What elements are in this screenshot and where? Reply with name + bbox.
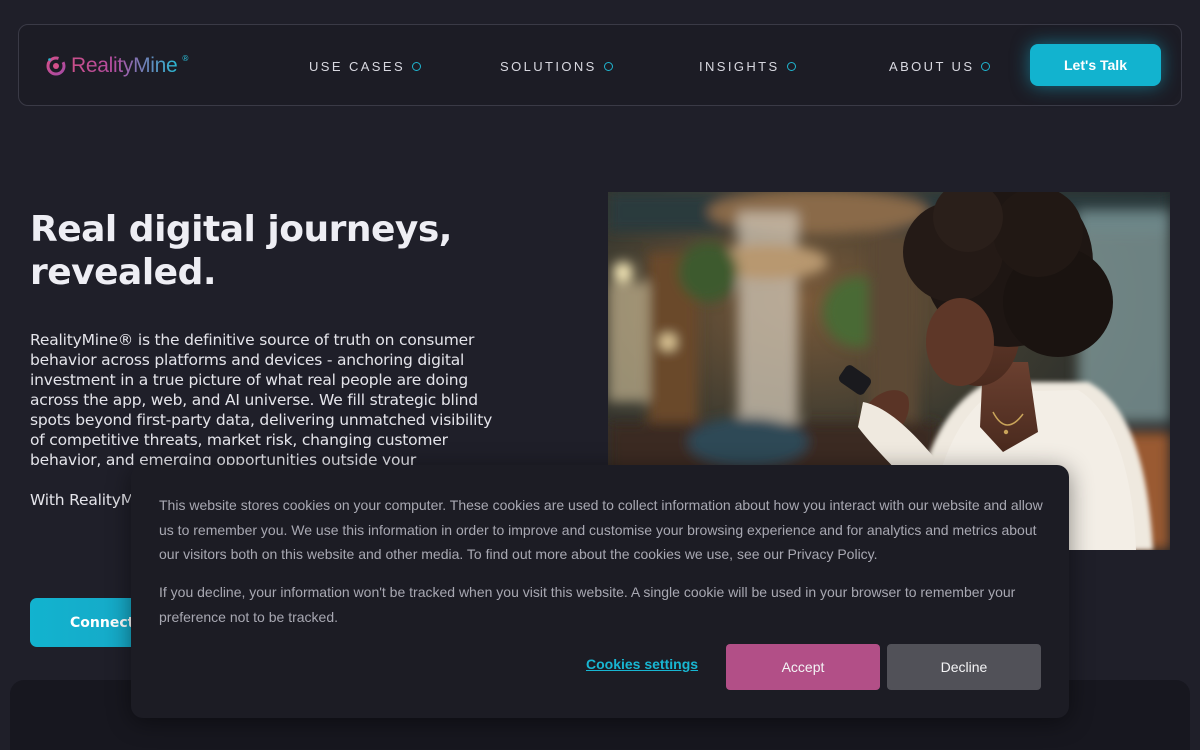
hero-title-line1: Real digital journeys, (30, 209, 452, 250)
circle-dot-icon (603, 61, 613, 71)
nav-item-use-cases[interactable]: USE CASES (309, 57, 422, 75)
decline-button[interactable]: Decline (887, 644, 1041, 690)
cookie-decline-notice: If you decline, your information won't b… (159, 584, 1016, 625)
brand-name: RealityMine (71, 54, 178, 77)
hero-title-line2: revealed. (30, 252, 217, 293)
registered-mark: ® (181, 54, 190, 63)
cookie-description: This website stores cookies on your comp… (159, 497, 1043, 562)
circle-dot-icon (412, 61, 422, 71)
circle-dot-icon (981, 61, 991, 71)
cookies-settings-link[interactable]: Cookies settings (586, 656, 698, 672)
nav-item-label: USE CASES (309, 58, 406, 74)
nav-item-about-us[interactable]: ABOUT US (889, 57, 991, 75)
nav-item-solutions[interactable]: SOLUTIONS (500, 57, 613, 75)
nav-item-insights[interactable]: INSIGHTS (699, 57, 796, 75)
top-navigation: RealityMine ® USE CASES SOLUTIONS INSIGH… (18, 24, 1182, 106)
brand-logo[interactable]: RealityMine ® (45, 52, 189, 80)
nav-item-label: INSIGHTS (699, 58, 780, 74)
hero-description: RealityMine® is the definitive source of… (30, 331, 493, 468)
nav-item-label: ABOUT US (889, 58, 975, 74)
circle-dot-icon (786, 61, 796, 71)
hero-title: Real digital journeys, revealed. (30, 208, 550, 294)
nav-item-label: SOLUTIONS (500, 58, 597, 74)
lets-talk-button[interactable]: Let's Talk (1030, 44, 1161, 86)
accept-button[interactable]: Accept (726, 644, 880, 690)
realitymine-logo-icon (46, 56, 66, 76)
cookie-consent-banner: This website stores cookies on your comp… (131, 465, 1069, 718)
